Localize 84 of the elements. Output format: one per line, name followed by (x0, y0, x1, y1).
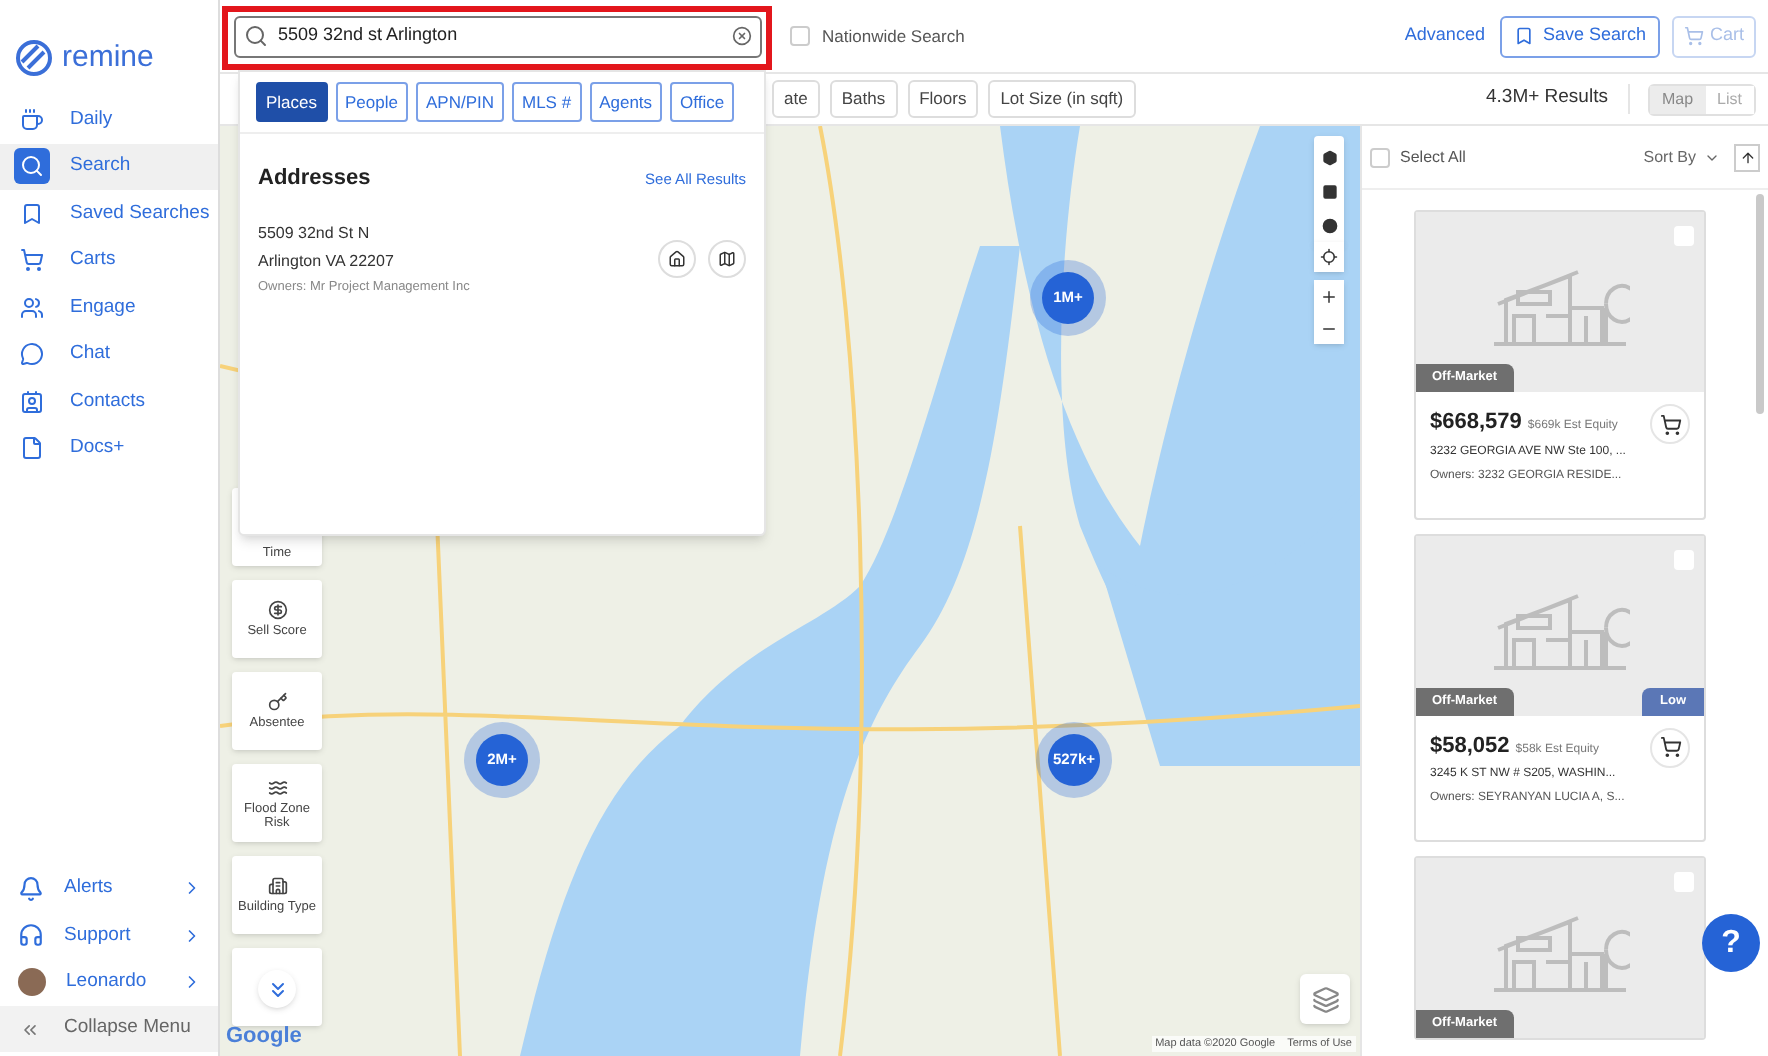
select-all-label: Select All (1400, 145, 1466, 169)
nav-icon (18, 922, 44, 949)
sidebar-item[interactable]: Alerts (0, 865, 218, 912)
circle-tool-icon[interactable] (1321, 217, 1337, 233)
search-field[interactable]: 5509 32nd st Arlington (234, 15, 762, 57)
tool-icon (267, 600, 287, 620)
search-type-tab[interactable]: People (335, 82, 408, 122)
search-icon (244, 24, 268, 48)
locate-icon (1320, 248, 1338, 266)
nav-label: Engage (70, 293, 136, 322)
nav-label: Contacts (70, 387, 145, 416)
nav-label: Search (70, 152, 131, 181)
clear-icon[interactable] (732, 26, 752, 46)
arrow-up-icon (1739, 149, 1755, 165)
help-button[interactable]: ? (1702, 914, 1760, 972)
collapse-menu-button[interactable]: Collapse Menu (0, 1006, 218, 1052)
locate-button[interactable] (1314, 242, 1344, 272)
sort-direction-button[interactable] (1734, 143, 1760, 171)
nav-icon (18, 875, 44, 902)
results-count: 4.3M+ Results (1485, 84, 1630, 114)
sidebar-item[interactable]: Leonardo (0, 959, 218, 1006)
view-toggle-option[interactable]: Map (1649, 85, 1706, 113)
checkbox-label: Nationwide Search (822, 23, 965, 49)
nav-label: Daily (70, 105, 113, 134)
sidebar-item[interactable]: Search (0, 143, 218, 190)
nav-label: Support (64, 921, 133, 950)
sidebar-item[interactable]: Contacts (0, 378, 218, 425)
search-type-tab[interactable]: Office (670, 82, 735, 122)
bookmark-icon (1514, 26, 1535, 46)
brand-name: remine (62, 37, 154, 78)
filter-chip[interactable]: ate (772, 80, 820, 118)
search-type-tab[interactable]: MLS # (512, 82, 582, 122)
price: $58,052 (1430, 731, 1510, 761)
filter-chip[interactable]: Floors (907, 80, 979, 118)
sidebar-item[interactable]: Support (0, 912, 218, 959)
search-type-tab[interactable]: Agents (589, 82, 663, 122)
save-search-button[interactable]: Save Search (1500, 15, 1660, 57)
sidebar-item[interactable]: Docs+ (0, 425, 218, 472)
nav-label: Leonardo (66, 968, 149, 997)
filter-chip[interactable]: Baths (829, 80, 898, 118)
address-line: 5509 32nd St N (258, 221, 372, 245)
select-all-checkbox[interactable] (1370, 147, 1390, 167)
address-line: Arlington VA 22207 (258, 249, 396, 273)
sidebar-item[interactable]: Chat (0, 331, 218, 378)
nav-label: Docs+ (70, 434, 125, 463)
sidebar-item[interactable]: Saved Searches (0, 190, 218, 237)
sidebar-item[interactable]: Daily (0, 96, 218, 143)
tool-icon (267, 777, 287, 797)
home-icon (668, 249, 686, 268)
sidebar-item[interactable]: Carts (0, 237, 218, 284)
nationwide-checkbox[interactable] (790, 26, 810, 46)
home-button[interactable] (658, 239, 696, 278)
nav-label: Alerts (64, 874, 115, 903)
rectangle-tool-icon[interactable] (1321, 183, 1337, 199)
price: $668,579 (1430, 408, 1522, 438)
layers-button[interactable] (1300, 974, 1350, 1024)
tool-icon (267, 692, 287, 712)
nav-label: Chat (70, 340, 111, 369)
filter-chip[interactable]: Lot Size (in sqft) (988, 80, 1136, 118)
search-type-tab[interactable]: APN/PIN (415, 82, 504, 122)
advanced-link[interactable]: Advanced (1404, 22, 1485, 50)
nav-label: Saved Searches (70, 199, 210, 228)
map-logo: Google (226, 1021, 302, 1051)
tool-icon (267, 876, 287, 896)
logo-icon (14, 38, 54, 78)
scrollbar[interactable] (1756, 194, 1764, 414)
sidebar-item[interactable]: Engage (0, 284, 218, 331)
cart-icon (1659, 413, 1681, 435)
search-type-tab[interactable]: Places (256, 82, 328, 122)
section-heading: Addresses (258, 164, 371, 194)
zoom-in-icon[interactable] (1320, 287, 1338, 305)
sort-dropdown[interactable]: Sort By (1643, 145, 1720, 169)
cart-icon (1683, 26, 1704, 46)
map-icon (718, 249, 736, 268)
add-to-cart-button[interactable] (1650, 727, 1690, 767)
cart-icon (1659, 736, 1681, 758)
chevrons-left-icon (20, 1019, 40, 1039)
nav-icon (14, 148, 50, 185)
layers-icon (1311, 985, 1339, 1013)
map-button[interactable] (708, 239, 746, 278)
nav-label: Carts (70, 246, 116, 275)
add-to-cart-button[interactable] (1650, 404, 1690, 444)
avatar (18, 968, 46, 997)
polygon-tool-icon[interactable] (1321, 149, 1337, 165)
